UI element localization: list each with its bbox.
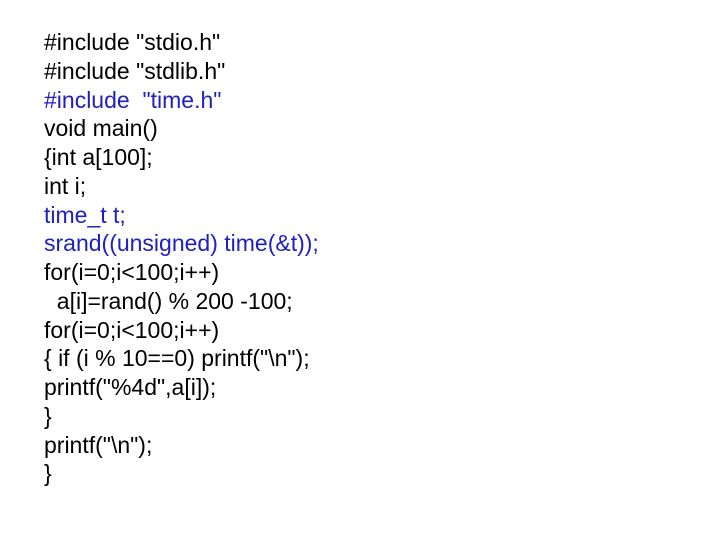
code-line: #include "stdio.h" bbox=[44, 28, 720, 57]
code-line: } bbox=[44, 459, 720, 488]
code-line: printf("%4d",a[i]); bbox=[44, 373, 720, 402]
code-line: for(i=0;i<100;i++) bbox=[44, 258, 720, 287]
code-line: #include "time.h" bbox=[44, 86, 720, 115]
code-line: srand((unsigned) time(&t)); bbox=[44, 229, 720, 258]
code-line: a[i]=rand() % 200 -100; bbox=[44, 287, 720, 316]
code-line: void main() bbox=[44, 114, 720, 143]
code-line: } bbox=[44, 402, 720, 431]
code-line: int i; bbox=[44, 172, 720, 201]
code-line: for(i=0;i<100;i++) bbox=[44, 316, 720, 345]
code-line: time_t t; bbox=[44, 201, 720, 230]
code-line: #include "stdlib.h" bbox=[44, 57, 720, 86]
code-line: { if (i % 10==0) printf("\n"); bbox=[44, 344, 720, 373]
code-line: {int a[100]; bbox=[44, 143, 720, 172]
slide: #include "stdio.h" #include "stdlib.h" #… bbox=[0, 0, 720, 540]
code-line: printf("\n"); bbox=[44, 431, 720, 460]
